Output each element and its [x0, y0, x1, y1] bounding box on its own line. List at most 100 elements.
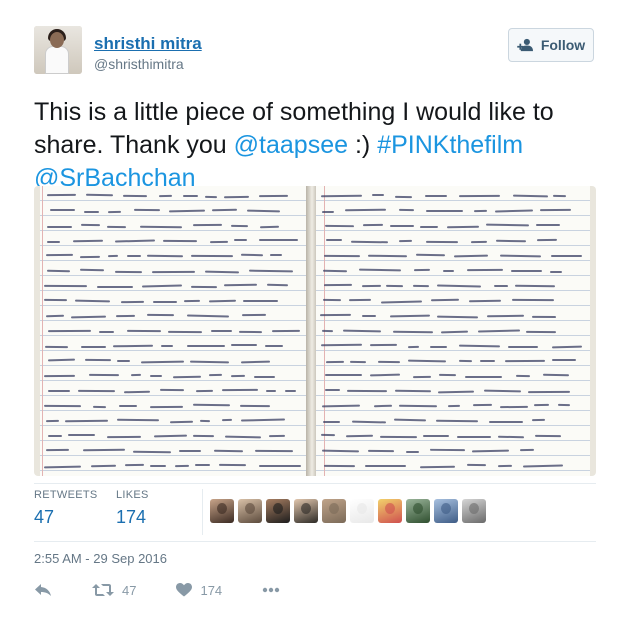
handwriting-stroke	[46, 419, 60, 423]
handwriting-stroke	[204, 270, 239, 273]
retweets-stat[interactable]: RETWEETS 47	[34, 489, 98, 528]
handwriting-stroke	[44, 345, 68, 348]
handwriting-stroke	[390, 224, 414, 227]
follow-button[interactable]: Follow	[508, 28, 594, 62]
handwriting-stroke	[551, 358, 577, 362]
handwriting-stroke	[184, 299, 200, 303]
handwriting-stroke	[464, 375, 502, 378]
handwriting-stroke	[106, 435, 141, 439]
follow-user-icon	[517, 38, 533, 52]
handwriting-stroke	[371, 194, 384, 197]
handwriting-stroke	[479, 360, 495, 363]
retweet-action[interactable]: 47	[92, 583, 136, 598]
handwriting-stroke	[325, 224, 355, 228]
handwriting-stroke	[284, 389, 296, 393]
handwriting-stroke	[446, 225, 480, 228]
reply-action[interactable]	[34, 583, 52, 597]
handwriting-stroke	[209, 299, 237, 302]
handwriting-stroke	[266, 389, 277, 392]
handwriting-stroke	[430, 345, 448, 349]
liker-avatar[interactable]	[294, 499, 318, 523]
handwriting-stroke	[365, 465, 407, 468]
notebook-page-right	[316, 186, 590, 476]
hashtag-link[interactable]: #PINKthefilm	[377, 131, 523, 159]
handwriting-stroke	[550, 270, 562, 273]
handwriting-stroke	[321, 210, 334, 213]
retweets-count: 47	[34, 507, 55, 527]
handwriting-stroke	[497, 435, 524, 438]
handwriting-stroke	[499, 254, 542, 258]
handwriting-stroke	[369, 343, 397, 347]
liker-avatar[interactable]	[462, 499, 486, 523]
tweet-actions: 47 174	[34, 580, 320, 600]
user-name-link[interactable]: shristhi mitra	[94, 34, 202, 54]
handwriting-stroke	[377, 360, 400, 363]
handwriting-stroke	[114, 239, 156, 243]
liker-avatar[interactable]	[434, 499, 458, 523]
handwriting-stroke	[126, 329, 161, 332]
handwriting-stroke	[96, 285, 133, 288]
liker-avatar[interactable]	[238, 499, 262, 523]
handwriting-stroke	[551, 345, 582, 349]
handwriting-stroke	[487, 314, 524, 318]
handwriting-stroke	[224, 195, 250, 199]
handwriting-stroke	[140, 225, 182, 228]
handwriting-stroke	[323, 420, 340, 423]
handwriting-stroke	[425, 209, 463, 212]
handwriting-stroke	[47, 329, 91, 332]
handwriting-stroke	[350, 360, 366, 363]
handwriting-stroke	[213, 449, 243, 452]
liker-avatar[interactable]	[266, 499, 290, 523]
handwriting-stroke	[150, 464, 167, 467]
handwriting-stroke	[151, 270, 195, 273]
handwriting-stroke	[80, 255, 101, 258]
handwriting-stroke	[190, 285, 217, 289]
retweet-count: 47	[122, 582, 137, 598]
handwriting-stroke	[113, 344, 154, 347]
handwriting-stroke	[426, 240, 458, 244]
handwriting-stroke	[435, 419, 479, 422]
handwriting-stroke	[78, 389, 115, 392]
handwriting-stroke	[511, 270, 543, 273]
liker-avatar[interactable]	[350, 499, 374, 523]
like-action[interactable]: 174	[176, 583, 222, 598]
likes-stat[interactable]: LIKES 174	[116, 489, 149, 528]
handwriting-stroke	[82, 448, 125, 452]
liker-avatar[interactable]	[406, 499, 430, 523]
handwriting-stroke	[488, 420, 523, 423]
handwriting-stroke	[158, 194, 172, 198]
handwriting-stroke	[325, 374, 363, 377]
handwriting-stroke	[230, 224, 249, 227]
handwriting-stroke	[497, 464, 512, 467]
handwriting-stroke	[242, 299, 279, 302]
handwriting-stroke	[218, 464, 247, 467]
mention-link[interactable]: @taapsee	[234, 131, 348, 159]
handwriting-stroke	[253, 375, 275, 378]
liker-avatar[interactable]	[210, 499, 234, 523]
handwriting-stroke	[209, 240, 228, 243]
handwriting-stroke	[193, 223, 222, 227]
handwriting-stroke	[471, 240, 488, 243]
tweet-timestamp[interactable]: 2:55 AM - 29 Sep 2016	[34, 551, 167, 566]
handwriting-stroke	[352, 420, 387, 424]
handwriting-stroke	[116, 359, 130, 362]
liker-avatar[interactable]	[378, 499, 402, 523]
handwriting-stroke	[186, 345, 225, 348]
handwriting-stroke	[169, 420, 194, 423]
handwriting-stroke	[210, 330, 232, 333]
handwriting-stroke	[536, 224, 561, 227]
handwriting-stroke	[182, 195, 199, 198]
handwriting-stroke	[83, 210, 99, 213]
avatar[interactable]	[34, 26, 82, 74]
handwriting-stroke	[68, 434, 96, 437]
handwriting-stroke	[386, 284, 404, 287]
handwriting-stroke	[408, 345, 420, 348]
more-action[interactable]	[262, 587, 280, 593]
tweet-photo[interactable]	[34, 186, 596, 476]
handwriting-stroke	[107, 210, 121, 213]
handwriting-stroke	[194, 464, 211, 467]
handwriting-stroke	[447, 404, 461, 407]
liker-avatar[interactable]	[322, 499, 346, 523]
handwriting-stroke	[44, 404, 81, 408]
handwriting-stroke	[153, 300, 178, 303]
